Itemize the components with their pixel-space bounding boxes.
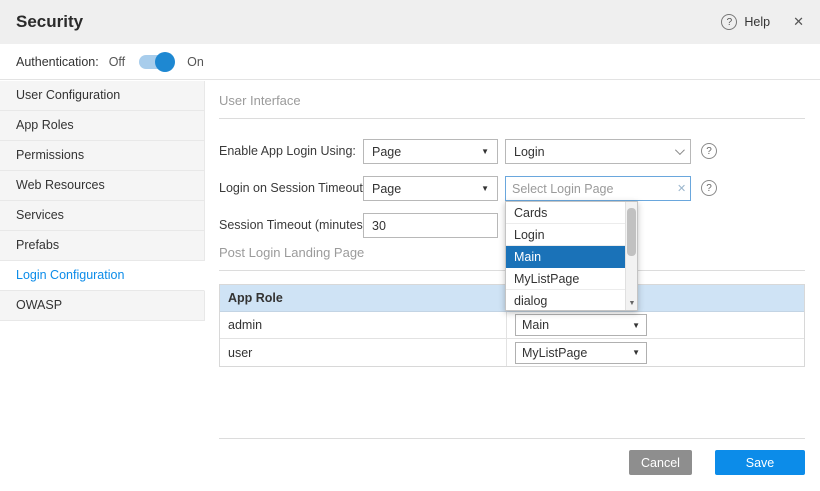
dropdown-option-mylistpage[interactable]: MyListPage: [506, 268, 625, 290]
role-cell: admin: [220, 312, 506, 338]
login-page-search-box: ✕: [505, 176, 691, 201]
toggle-knob: [155, 52, 175, 72]
dropdown-option-dialog[interactable]: dialog: [506, 290, 625, 311]
login-page-search-input[interactable]: [512, 182, 673, 196]
sidebar-item-web-resources[interactable]: Web Resources: [0, 171, 205, 201]
help-icon[interactable]: ?: [721, 14, 737, 30]
sidebar-item-services[interactable]: Services: [0, 201, 205, 231]
sidebar-item-user-configuration[interactable]: User Configuration: [0, 81, 205, 111]
save-button[interactable]: Save: [715, 450, 805, 475]
footer-divider: [219, 438, 805, 439]
dropdown-option-main[interactable]: Main: [506, 246, 625, 268]
toggle-off-label: Off: [109, 55, 125, 69]
login-page-dropdown: Cards Login Main MyListPage dialog ▼: [505, 201, 638, 311]
help-link[interactable]: Help: [744, 15, 770, 29]
enable-app-login-page-select[interactable]: Login: [505, 139, 691, 164]
security-dialog: Security ? Help ✕ Authentication: Off On…: [0, 0, 820, 491]
table-row: admin Main ▼: [220, 312, 804, 339]
select-caret-icon: ▼: [481, 147, 489, 156]
titlebar-actions: ? Help ✕: [721, 14, 804, 30]
dropdown-option-login[interactable]: Login: [506, 224, 625, 246]
session-timeout-input[interactable]: [363, 213, 498, 238]
authentication-row: Authentication: Off On: [0, 44, 820, 80]
authentication-toggle[interactable]: [139, 55, 173, 69]
landing-page-cell: Main ▼: [506, 312, 804, 338]
clear-icon[interactable]: ✕: [673, 182, 686, 195]
role-cell: user: [220, 339, 506, 366]
user-landing-page-select[interactable]: MyListPage ▼: [515, 342, 647, 364]
app-role-column-header: App Role: [220, 285, 506, 311]
page-title: Security: [16, 12, 83, 32]
login-on-timeout-label: Login on Session Timeout:: [219, 176, 366, 201]
authentication-label: Authentication:: [16, 55, 99, 69]
enable-app-login-mode-select[interactable]: Page ▼: [363, 139, 498, 164]
session-timeout-label: Session Timeout (minutes):: [219, 213, 370, 238]
sidebar-item-app-roles[interactable]: App Roles: [0, 111, 205, 141]
scroll-down-arrow-icon[interactable]: ▼: [626, 298, 638, 310]
chevron-down-icon: [675, 145, 685, 155]
titlebar: Security ? Help ✕: [0, 0, 820, 44]
select-caret-icon: ▼: [632, 348, 640, 357]
dropdown-option-cards[interactable]: Cards: [506, 202, 625, 224]
admin-landing-page-select[interactable]: Main ▼: [515, 314, 647, 336]
enable-app-login-help-icon[interactable]: ?: [701, 143, 717, 159]
close-icon[interactable]: ✕: [793, 14, 804, 30]
login-on-timeout-mode-select[interactable]: Page ▼: [363, 176, 498, 201]
select-caret-icon: ▼: [481, 184, 489, 193]
sidebar: User Configuration App Roles Permissions…: [0, 81, 205, 321]
cancel-button[interactable]: Cancel: [629, 450, 692, 475]
scrollbar-thumb[interactable]: [627, 208, 636, 256]
login-on-timeout-help-icon[interactable]: ?: [701, 180, 717, 196]
dropdown-scrollbar[interactable]: ▼: [625, 202, 637, 310]
sidebar-item-login-configuration[interactable]: Login Configuration: [0, 261, 205, 291]
sidebar-item-prefabs[interactable]: Prefabs: [0, 231, 205, 261]
login-configuration-panel: User Interface Enable App Login Using: P…: [205, 81, 820, 491]
enable-app-login-label: Enable App Login Using:: [219, 139, 356, 164]
section-user-interface: User Interface: [219, 93, 805, 119]
landing-page-cell: MyListPage ▼: [506, 339, 804, 366]
sidebar-item-owasp[interactable]: OWASP: [0, 291, 205, 321]
sidebar-item-permissions[interactable]: Permissions: [0, 141, 205, 171]
dropdown-options: Cards Login Main MyListPage dialog: [506, 202, 625, 311]
select-caret-icon: ▼: [632, 321, 640, 330]
toggle-on-label: On: [187, 55, 204, 69]
table-row: user MyListPage ▼: [220, 339, 804, 366]
